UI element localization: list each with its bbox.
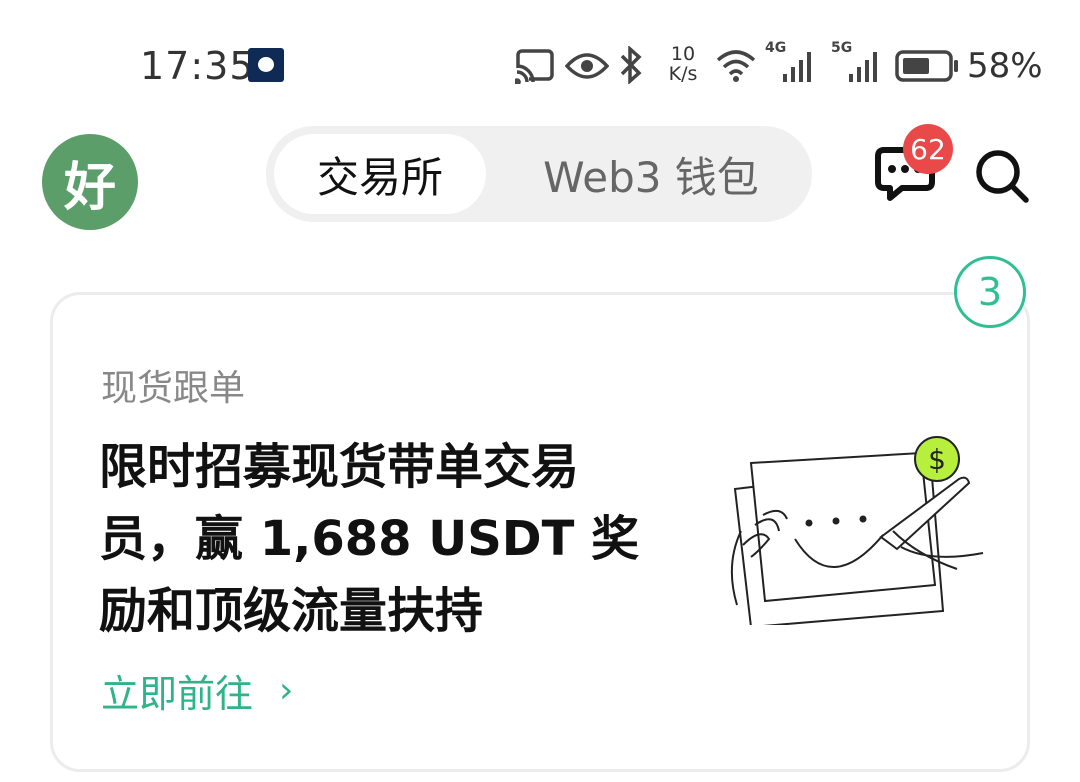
top-header: 好 交易所 Web3 钱包 62	[0, 120, 1080, 230]
chevron-right-icon: ›	[279, 670, 294, 711]
card-count-badge: 3	[954, 256, 1026, 328]
go-now-link[interactable]: 立即前往 ›	[101, 663, 293, 718]
status-time: 17:35	[140, 44, 255, 88]
network-speed-unit: K/s	[668, 63, 698, 85]
tab-web3-wallet[interactable]: Web3 钱包	[506, 134, 796, 214]
card-category: 现货跟单	[101, 368, 246, 409]
eye-icon	[565, 53, 609, 79]
battery-percent: 58%	[967, 46, 1043, 86]
go-now-label: 立即前往	[101, 672, 254, 716]
card-title-line: 限时招募现货带单交易	[99, 439, 580, 495]
bluetooth-icon	[620, 46, 642, 84]
network-speed: 10 K/s	[661, 44, 705, 84]
svg-text:$: $	[928, 443, 946, 476]
network-speed-value: 10	[670, 43, 696, 65]
promo-card[interactable]: 现货跟单 限时招募现货带单交易 员，赢 1,688 USDT 奖 励和顶级流量扶…	[50, 292, 1030, 772]
search-icon[interactable]	[972, 146, 1032, 206]
signal-bars-icon	[783, 52, 811, 82]
status-bar: 17:35 10 K/s 4G 5G 58%	[0, 0, 1080, 120]
avatar[interactable]: 好	[42, 134, 138, 230]
card-title: 限时招募现货带单交易 员，赢 1,688 USDT 奖 励和顶级流量扶持	[99, 431, 669, 647]
mode-switcher: 交易所 Web3 钱包	[266, 126, 812, 222]
signal-bars-icon	[849, 52, 877, 82]
card-title-line: 励和顶级流量扶持	[99, 583, 484, 639]
card-title-line: 员，赢 1,688 USDT 奖	[99, 511, 640, 567]
tab-exchange[interactable]: 交易所	[274, 134, 486, 214]
notification-app-icon	[248, 48, 284, 82]
cast-icon	[515, 49, 554, 84]
smiley-paper-illustration: $	[730, 436, 984, 625]
message-count-badge: 62	[903, 124, 953, 174]
wifi-icon	[716, 50, 756, 82]
battery-icon	[895, 50, 958, 82]
